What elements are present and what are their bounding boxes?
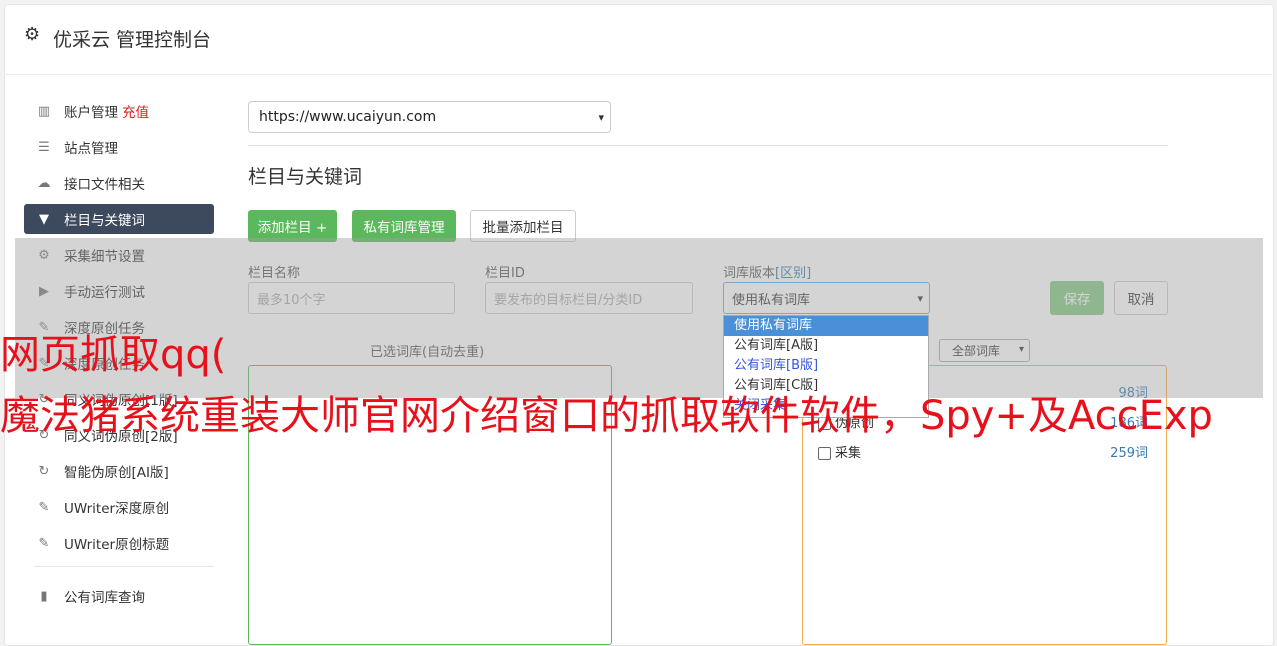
gear-icon: ⚙ (24, 24, 41, 45)
cloud-upload-icon: ☁ (37, 175, 51, 191)
sidebar-item-uwriter-deep[interactable]: ✎ UWriter深度原创 (24, 492, 214, 522)
book-icon: ▮ (40, 588, 48, 604)
sidebar-item-interface[interactable]: ☁ 接口文件相关 (24, 168, 214, 198)
sidebar-divider (34, 566, 214, 567)
watermark-line-2: 魔法猪系统重装大师官网介绍窗口的抓取软件软件，Spy+及AccExp (0, 393, 1213, 439)
lib-name: 采集 (835, 446, 862, 461)
sidebar-item-label: 站点管理 (64, 141, 118, 157)
refresh-icon: ↻ (38, 463, 50, 479)
sidebar-item-public-lib[interactable]: ▮ 公有词库查询 (24, 581, 214, 611)
sidebar-item-uwriter-title[interactable]: ✎ UWriter原创标题 (24, 528, 214, 558)
filter-icon: ▼ (39, 211, 49, 227)
lib-count[interactable]: 259词 (1110, 442, 1148, 461)
site-select[interactable]: https://www.ucaiyun.com ▾ (248, 101, 611, 133)
sidebar-item-label: 栏目与关键词 (64, 213, 145, 229)
dropdown-option[interactable]: 公有词库[B版] (724, 356, 928, 376)
chevron-down-icon: ▾ (598, 111, 604, 124)
sidebar-item-label: 公有词库查询 (64, 590, 145, 606)
site-select-value: https://www.ucaiyun.com (259, 109, 437, 125)
page-header: ⚙ 优采云 管理控制台 (4, 4, 1272, 75)
page-title: 优采云 管理控制台 (53, 29, 212, 51)
sidebar-item-account[interactable]: ▥ 账户管理 充值 (24, 96, 214, 126)
recharge-link[interactable]: 充值 (122, 101, 149, 121)
server-icon: ☰ (38, 139, 50, 155)
sidebar-item-label: 账户管理 (64, 105, 118, 121)
sidebar-item-label: 接口文件相关 (64, 177, 145, 193)
lib-row[interactable]: 采集 259词 (818, 442, 1148, 462)
sidebar-item-label: 智能伪原创[AI版] (64, 465, 169, 481)
bar-chart-icon: ▥ (37, 103, 51, 119)
edit-icon: ✎ (38, 535, 50, 551)
sidebar-item-label: UWriter原创标题 (64, 537, 170, 553)
sidebar-item-label: UWriter深度原创 (64, 501, 170, 517)
sidebar-item-sites[interactable]: ☰ 站点管理 (24, 132, 214, 162)
dropdown-option[interactable]: 使用私有词库 (724, 316, 928, 336)
divider (248, 145, 1168, 146)
lib-checkbox[interactable] (818, 447, 831, 460)
edit-icon: ✎ (38, 499, 50, 515)
watermark-line-1: 网页抓取qq( (0, 332, 227, 378)
sidebar-item-ai-rewrite[interactable]: ↻ 智能伪原创[AI版] (24, 456, 214, 486)
dropdown-option[interactable]: 公有词库[A版] (724, 336, 928, 356)
section-title: 栏目与关键词 (248, 166, 363, 188)
sidebar-item-columns[interactable]: ▼ 栏目与关键词 (24, 204, 214, 234)
